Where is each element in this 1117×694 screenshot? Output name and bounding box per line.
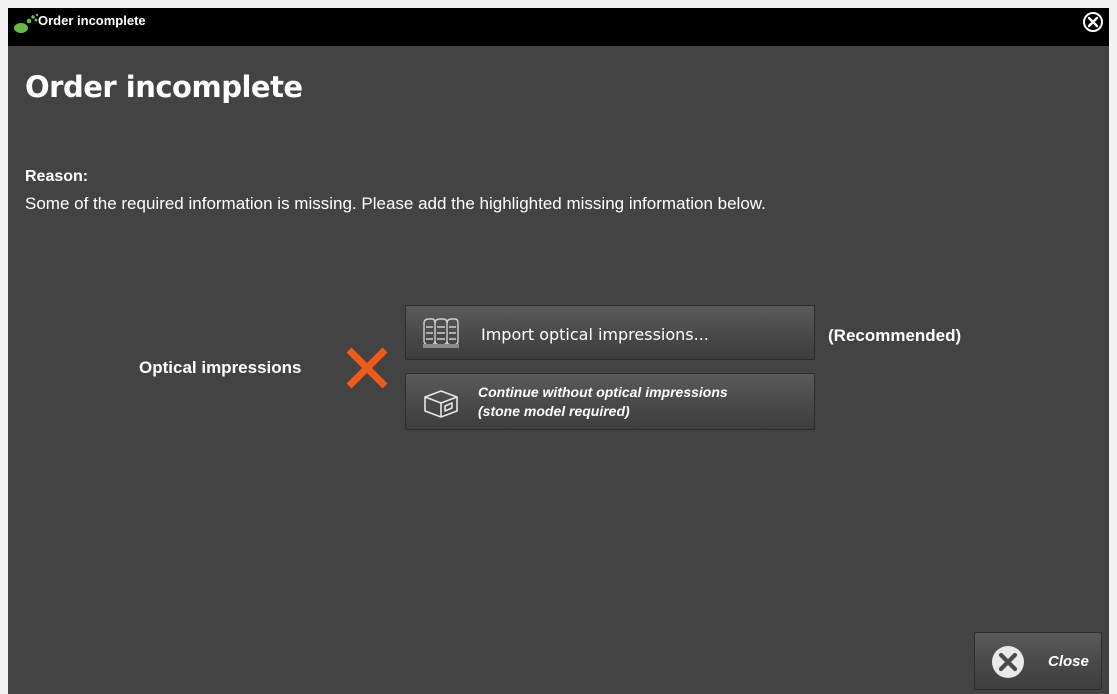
continue-button-line2: (stone model required) bbox=[478, 403, 630, 419]
recommended-label: (Recommended) bbox=[828, 326, 962, 345]
app-logo-icon bbox=[14, 13, 39, 33]
import-optical-impressions-button[interactable]: Import optical impressions... bbox=[405, 305, 815, 360]
continue-button-line1: Continue without optical impressions bbox=[478, 384, 728, 400]
window-title: Order incomplete bbox=[38, 13, 146, 28]
close-button[interactable]: Close bbox=[974, 632, 1102, 690]
page-title: Order incomplete bbox=[25, 70, 303, 104]
continue-button-label: Continue without optical impressions (st… bbox=[478, 383, 798, 421]
close-circle-icon bbox=[992, 646, 1024, 678]
continue-without-optical-impressions-button[interactable]: Continue without optical impressions (st… bbox=[405, 373, 815, 430]
stone-model-box-icon bbox=[424, 390, 458, 418]
reason-text: Some of the required information is miss… bbox=[25, 194, 766, 213]
optical-impressions-label: Optical impressions bbox=[139, 358, 302, 377]
optical-impressions-icon bbox=[423, 318, 459, 348]
close-button-label: Close bbox=[1048, 653, 1089, 670]
close-circle-icon[interactable] bbox=[1081, 10, 1105, 34]
order-incomplete-dialog: Order incomplete Order incomplete Reason… bbox=[8, 8, 1109, 694]
title-bar: Order incomplete bbox=[8, 8, 1109, 46]
import-button-label: Import optical impressions... bbox=[481, 325, 709, 344]
missing-x-icon bbox=[346, 347, 388, 389]
reason-label: Reason: bbox=[25, 168, 89, 185]
